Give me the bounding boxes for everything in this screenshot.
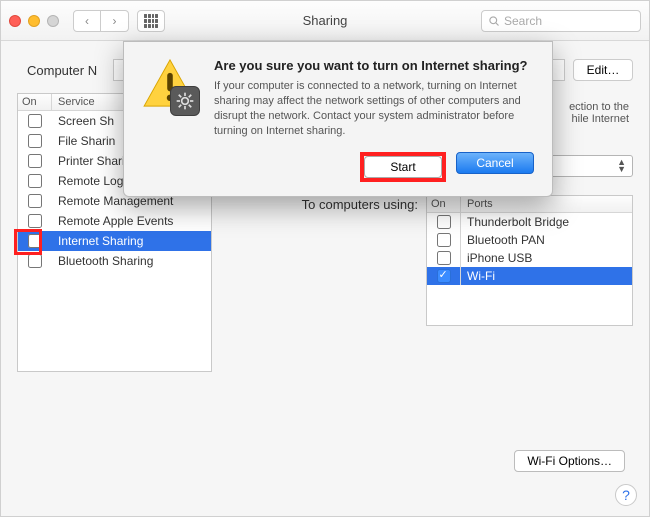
window-title: Sharing — [303, 13, 348, 28]
service-checkbox[interactable] — [28, 254, 42, 268]
grid-icon — [144, 14, 158, 28]
help-icon: ? — [622, 487, 630, 503]
wifi-options-button[interactable]: Wi-Fi Options… — [514, 450, 625, 472]
gear-icon — [170, 86, 200, 116]
start-button[interactable]: Start — [364, 156, 442, 178]
zoom-window-button — [47, 15, 59, 27]
search-icon — [488, 15, 500, 27]
ports-header: Ports — [461, 196, 632, 212]
dialog-text: Are you sure you want to turn on Interne… — [214, 58, 534, 182]
ports-row: To computers using: On Ports Thunderbolt… — [228, 195, 633, 326]
dialog-title: Are you sure you want to turn on Interne… — [214, 58, 534, 73]
minimize-window-button[interactable] — [28, 15, 40, 27]
service-checkbox[interactable] — [28, 154, 42, 168]
service-checkbox[interactable] — [28, 114, 42, 128]
service-row-internet-sharing[interactable]: Internet Sharing — [18, 231, 211, 251]
port-row-wifi[interactable]: Wi-Fi — [427, 267, 632, 285]
computer-name-label: Computer N — [27, 63, 97, 78]
search-placeholder: Search — [504, 14, 542, 28]
cancel-button[interactable]: Cancel — [456, 152, 534, 174]
window-controls — [9, 15, 59, 27]
port-checkbox[interactable] — [437, 269, 451, 283]
dialog-buttons: Start Cancel — [214, 152, 534, 182]
port-checkbox[interactable] — [437, 251, 451, 265]
edit-button[interactable]: Edit… — [573, 59, 633, 81]
ports-on-header: On — [427, 196, 461, 212]
service-checkbox[interactable] — [28, 214, 42, 228]
chevron-left-icon: ‹ — [85, 14, 89, 28]
dialog-body: If your computer is connected to a netwo… — [214, 79, 534, 138]
service-checkbox[interactable] — [28, 234, 42, 248]
wifi-options-row: Wi-Fi Options… — [514, 450, 625, 472]
confirm-internet-sharing-dialog: Are you sure you want to turn on Interne… — [123, 41, 553, 197]
chevron-right-icon: › — [113, 14, 117, 28]
service-checkbox[interactable] — [28, 194, 42, 208]
titlebar: ‹ › Sharing Search — [1, 1, 649, 41]
service-row-bluetooth-sharing[interactable]: Bluetooth Sharing — [18, 251, 211, 271]
ports-table-header: On Ports — [427, 196, 632, 213]
dialog-icon — [142, 58, 200, 182]
port-label: Thunderbolt Bridge — [461, 213, 632, 231]
service-label: Bluetooth Sharing — [52, 252, 211, 270]
ports-table: On Ports Thunderbolt Bridge Bluetooth PA… — [426, 195, 633, 326]
port-checkbox[interactable] — [437, 233, 451, 247]
port-label: iPhone USB — [461, 249, 632, 267]
show-all-button[interactable] — [137, 10, 165, 32]
service-label: Remote Apple Events — [52, 212, 211, 230]
service-row-remote-apple-events[interactable]: Remote Apple Events — [18, 211, 211, 231]
to-computers-label: To computers using: — [228, 195, 418, 326]
nav-buttons: ‹ › — [73, 10, 129, 32]
port-label: Bluetooth PAN — [461, 231, 632, 249]
on-header: On — [18, 94, 52, 110]
popup-arrows-icon: ▲▼ — [617, 159, 626, 173]
back-button[interactable]: ‹ — [73, 10, 101, 32]
forward-button[interactable]: › — [101, 10, 129, 32]
port-row-bluetooth-pan[interactable]: Bluetooth PAN — [427, 231, 632, 249]
search-input[interactable]: Search — [481, 10, 641, 32]
help-button[interactable]: ? — [615, 484, 637, 506]
service-checkbox[interactable] — [28, 174, 42, 188]
port-row-thunderbolt[interactable]: Thunderbolt Bridge — [427, 213, 632, 231]
sharing-preference-pane: ‹ › Sharing Search Computer N Edit… On S… — [0, 0, 650, 517]
service-label: Internet Sharing — [52, 232, 211, 250]
port-label: Wi-Fi — [461, 267, 632, 285]
port-row-iphone-usb[interactable]: iPhone USB — [427, 249, 632, 267]
start-button-highlight: Start — [360, 152, 446, 182]
service-checkbox[interactable] — [28, 134, 42, 148]
close-window-button[interactable] — [9, 15, 21, 27]
port-checkbox[interactable] — [437, 215, 451, 229]
